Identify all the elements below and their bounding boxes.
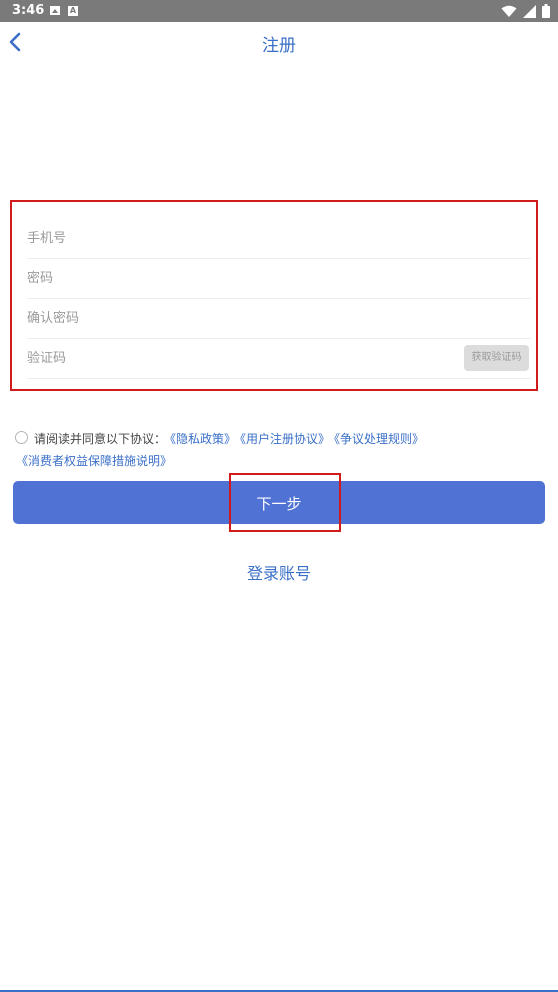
next-button[interactable]: 下一步 [13, 481, 545, 524]
agreement-text: 请阅读并同意以下协议： [34, 432, 167, 446]
phone-input[interactable] [27, 219, 531, 258]
battery-icon [542, 4, 550, 18]
login-link[interactable]: 登录账号 [0, 560, 558, 584]
registration-form: 获取验证码 [10, 200, 538, 391]
wifi-icon [501, 5, 517, 17]
privacy-policy-link[interactable]: 《隐私政策》 [170, 432, 236, 446]
page-title: 注册 [262, 36, 296, 56]
verification-code-row: 获取验证码 [27, 339, 531, 379]
confirm-password-input[interactable] [27, 299, 531, 338]
image-icon [50, 6, 60, 15]
password-input[interactable] [27, 259, 531, 298]
a-icon: A [68, 6, 78, 16]
password-row [27, 259, 531, 299]
agreement-checkbox[interactable] [15, 431, 28, 444]
confirm-password-row [27, 299, 531, 339]
signal-icon [523, 4, 536, 18]
status-time: 3:46 [12, 3, 45, 18]
user-agreement-link[interactable]: 《用户注册协议》 [240, 432, 330, 446]
status-right-icons [501, 3, 550, 19]
agreement-line-2: 《消费者权益保障措施说明》 [16, 452, 172, 469]
status-bar: 3:46 A [0, 0, 558, 22]
phone-row [27, 219, 531, 259]
next-button-label: 下一步 [256, 495, 302, 513]
dispute-rules-link[interactable]: 《争议处理规则》 [334, 432, 424, 446]
get-code-button[interactable]: 获取验证码 [464, 345, 529, 371]
verification-code-input[interactable] [27, 339, 447, 378]
consumer-rights-link[interactable]: 《消费者权益保障措施说明》 [16, 454, 172, 468]
agreement-line: 请阅读并同意以下协议： 《隐私政策》 《用户注册协议》 《争议处理规则》 [34, 430, 424, 447]
